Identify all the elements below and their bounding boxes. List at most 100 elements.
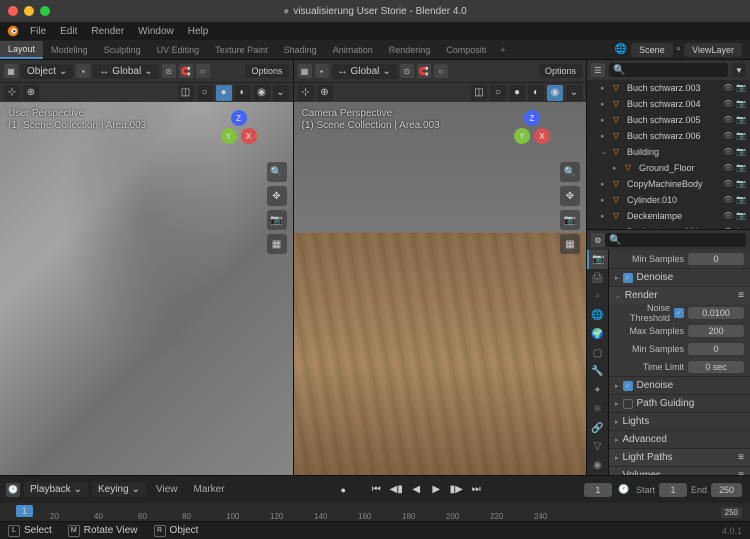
options-dropdown[interactable]: Options	[539, 64, 582, 78]
viewport-left-canvas[interactable]: User Perspective (1) Scene Collection | …	[0, 102, 293, 475]
snap-icon[interactable]: 🧲	[179, 64, 193, 78]
list-icon[interactable]: ≡	[738, 452, 744, 463]
path-guiding-checkbox[interactable]	[623, 399, 633, 409]
play-button[interactable]: ▶	[427, 482, 445, 498]
world-tab[interactable]: 🌍	[587, 325, 608, 344]
outliner-item[interactable]: ▸▽Deckenlampe👁📷	[587, 208, 750, 224]
camera-icon[interactable]: 📷	[267, 210, 287, 230]
particles-tab[interactable]: ✦	[587, 381, 608, 400]
expand-arrow-icon[interactable]: ▸	[601, 84, 609, 92]
overlay-toggle[interactable]: ⊕	[317, 85, 333, 101]
nav-gizmo[interactable]: Z Y X	[217, 110, 261, 154]
expand-arrow-icon[interactable]: ▸	[601, 116, 609, 124]
shading-dropdown[interactable]: ⌄	[273, 85, 289, 101]
proportional-icon[interactable]: ○	[196, 64, 210, 78]
expand-arrow-icon[interactable]: ⌄	[601, 148, 609, 156]
expand-arrow-icon[interactable]: ▸	[601, 212, 609, 220]
start-frame-field[interactable]: 1	[659, 483, 687, 497]
render-toggle[interactable]: 📷	[736, 83, 746, 93]
nav-gizmo[interactable]: Z Y X	[510, 110, 554, 154]
pivot-icon[interactable]: ⊙	[400, 64, 414, 78]
outliner-item[interactable]: ▸▽Ground_Floor👁📷	[587, 160, 750, 176]
expand-arrow-icon[interactable]: ▸	[601, 132, 609, 140]
render-toggle[interactable]: 📷	[736, 147, 746, 157]
pivot-icon[interactable]: ⊙	[162, 64, 176, 78]
visibility-toggle[interactable]: 👁	[723, 163, 733, 173]
prop-section[interactable]: ▸Volumes≡	[609, 466, 750, 475]
render-toggle[interactable]: 📷	[736, 179, 746, 189]
workspace-tab-shading[interactable]: Shading	[276, 42, 325, 58]
data-tab[interactable]: ▽	[587, 438, 608, 457]
advanced-label[interactable]: Advanced	[623, 434, 667, 445]
props-search[interactable]: 🔍	[605, 233, 746, 247]
keyframe-next-button[interactable]: ▮▶	[447, 482, 465, 498]
output-tab[interactable]: 🖨	[587, 269, 608, 288]
min-samples-field[interactable]: 0	[688, 253, 744, 265]
outliner-item[interactable]: ▸▽Buch schwarz.003👁📷	[587, 80, 750, 96]
rendered-shading[interactable]: ◉	[547, 85, 563, 101]
outliner-item[interactable]: ▸▽Buch schwarz.006👁📷	[587, 128, 750, 144]
material-tab[interactable]: ◉	[587, 456, 608, 475]
gizmo-z-axis[interactable]: Z	[231, 110, 247, 126]
gizmo-x-axis[interactable]: X	[241, 128, 257, 144]
zoom-icon[interactable]: 🔍	[560, 162, 580, 182]
outliner-item[interactable]: ▸▽Cylinder.010👁📷	[587, 192, 750, 208]
render-toggle[interactable]: 📷	[736, 195, 746, 205]
scene-tab[interactable]: 🌐	[587, 306, 608, 325]
maximize-window-button[interactable]	[40, 6, 50, 16]
list-icon[interactable]: ≡	[738, 290, 744, 301]
editor-type-icon[interactable]: ▦	[298, 64, 312, 78]
select-mode-icon[interactable]: ▪	[315, 64, 329, 78]
visibility-toggle[interactable]: 👁	[723, 83, 733, 93]
denoise-checkbox[interactable]: ✓	[623, 273, 633, 283]
workspace-tab-layout[interactable]: Layout	[0, 41, 43, 59]
props-mode-icon[interactable]: ⚙	[591, 233, 605, 247]
mode-dropdown[interactable]: Object⌄	[21, 64, 73, 79]
material-shading[interactable]: ◐	[235, 85, 251, 101]
render-toggle[interactable]: 📷	[736, 227, 746, 229]
visibility-toggle[interactable]: 👁	[723, 147, 733, 157]
minimize-window-button[interactable]	[24, 6, 34, 16]
menu-window[interactable]: Window	[132, 24, 180, 39]
visibility-toggle[interactable]: 👁	[723, 179, 733, 189]
visibility-toggle[interactable]: 👁	[723, 115, 733, 125]
time-limit-field[interactable]: 0 sec	[688, 361, 744, 373]
render-toggle[interactable]: 📷	[736, 163, 746, 173]
constraints-tab[interactable]: 🔗	[587, 419, 608, 438]
prop-section[interactable]: ▸Light Paths≡	[609, 448, 750, 466]
scene-selector[interactable]: Scene	[631, 43, 673, 57]
visibility-toggle[interactable]: 👁	[723, 131, 733, 141]
expand-arrow-icon[interactable]: ▸	[601, 100, 609, 108]
preview-range-toggle[interactable]: 🕐	[616, 482, 632, 498]
timeline-view-menu[interactable]: View	[150, 482, 184, 497]
wireframe-shading[interactable]: ○	[490, 85, 506, 101]
outliner-item[interactable]: ▸▽Buch schwarz.005👁📷	[587, 112, 750, 128]
perspective-icon[interactable]: ▦	[267, 234, 287, 254]
workspace-tab-rendering[interactable]: Rendering	[381, 42, 439, 58]
perspective-icon[interactable]: ▦	[560, 234, 580, 254]
menu-render[interactable]: Render	[85, 24, 130, 39]
physics-tab[interactable]: ⚛	[587, 400, 608, 419]
workspace-tab-compositing[interactable]: Compositi	[438, 42, 494, 58]
expand-arrow-icon[interactable]: ▸	[601, 228, 609, 229]
viewlayer-tab[interactable]: ▫	[587, 288, 608, 307]
expand-arrow-icon[interactable]: ▸	[601, 196, 609, 204]
rendered-shading[interactable]: ◉	[254, 85, 270, 101]
render-toggle[interactable]: 📷	[736, 211, 746, 221]
move-icon[interactable]: ✥	[267, 186, 287, 206]
zoom-icon[interactable]: 🔍	[267, 162, 287, 182]
render-toggle[interactable]: 📷	[736, 115, 746, 125]
workspace-tab-modeling[interactable]: Modeling	[43, 42, 96, 58]
overlay-toggle[interactable]: ⊕	[23, 85, 39, 101]
outliner-mode-icon[interactable]: ☰	[591, 63, 605, 77]
show-gizmo-toggle[interactable]: ⊹	[298, 85, 314, 101]
render-tab[interactable]: 📷	[587, 250, 608, 269]
render-section-label[interactable]: Render	[625, 290, 658, 301]
auto-key-toggle[interactable]: ●	[335, 482, 351, 498]
select-mode-icon[interactable]: ▪	[76, 64, 90, 78]
gizmo-x-axis[interactable]: X	[534, 128, 550, 144]
show-gizmo-toggle[interactable]: ⊹	[4, 85, 20, 101]
filter-button[interactable]: ▼	[732, 63, 746, 77]
visibility-toggle[interactable]: 👁	[723, 99, 733, 109]
jump-start-button[interactable]: ⏮	[367, 482, 385, 498]
